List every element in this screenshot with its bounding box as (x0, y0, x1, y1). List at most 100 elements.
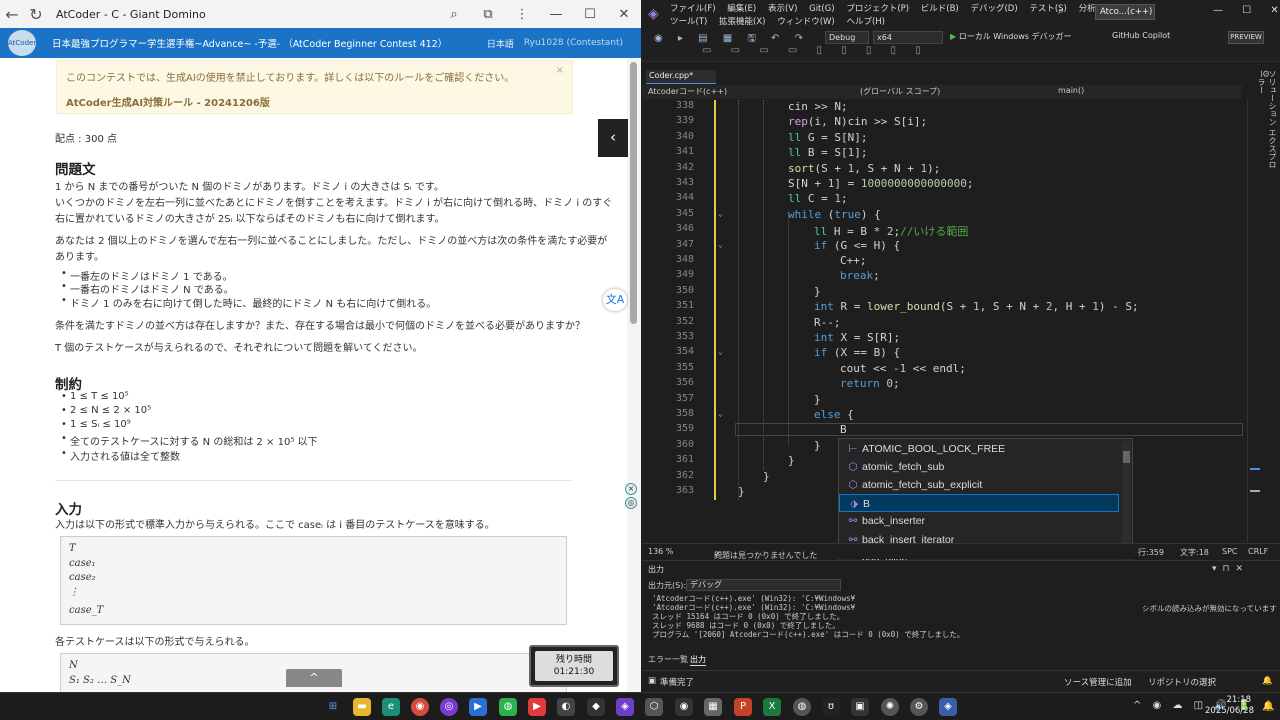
code-line[interactable]: ll B = S[1]; (788, 146, 867, 159)
app-icon[interactable]: ◎ (440, 698, 458, 716)
select-repository[interactable]: リポジトリの選択 (1148, 676, 1216, 688)
code-line[interactable]: rep(i, N)cin >> S[i]; (788, 115, 927, 128)
app-icon[interactable]: ʊ (822, 698, 840, 716)
code-line[interactable]: R--; (814, 316, 841, 329)
line-ending[interactable]: CRLF (1248, 547, 1268, 556)
copilot-button[interactable]: GitHub Copilot (1112, 31, 1170, 40)
settings-icon[interactable]: ⚙ (910, 698, 928, 716)
app-icon[interactable]: ◆ (587, 698, 605, 716)
app-icon[interactable]: ▣ (851, 698, 869, 716)
tab-output[interactable]: 出力 (690, 654, 706, 666)
intellisense-item[interactable]: ⚯ back_inserter (839, 512, 1119, 530)
app-icon[interactable]: ◐ (557, 698, 575, 716)
language-select[interactable]: 日本語 (487, 37, 514, 50)
code-line[interactable]: B (840, 423, 847, 436)
output-text[interactable]: 'Atcoderコード(c++).exe' (Win32): 'C:¥Windo… (652, 594, 964, 639)
scroll-thumb[interactable] (630, 62, 637, 324)
code-line[interactable]: break; (840, 269, 880, 282)
fold-icon[interactable]: ⌄ (718, 209, 723, 218)
fold-icon[interactable]: ⌄ (718, 409, 723, 418)
start-icon[interactable]: ⊞ (324, 698, 342, 716)
code-line[interactable]: } (814, 285, 821, 298)
app-icon[interactable]: ◉ (675, 698, 693, 716)
code-line[interactable]: sort(S + 1, S + N + 1); (788, 162, 940, 175)
minimize-icon[interactable]: — (1213, 5, 1223, 16)
code-line[interactable]: else { (814, 408, 854, 421)
code-line[interactable]: int R = lower_bound(S + 1, S + N + 2, H … (814, 300, 1139, 313)
intellisense-item[interactable]: ⬡ atomic_fetch_sub_explicit (839, 476, 1119, 494)
scroll-to-top-button[interactable]: ^ (286, 669, 342, 687)
close-icon[interactable]: ✕ (607, 7, 641, 22)
solution-explorer-tab[interactable]: ソリューション エクスプローラー (1257, 70, 1278, 170)
notification-icon[interactable]: 🔔 (1262, 701, 1274, 712)
extensions-icon[interactable]: ⧉ (471, 7, 505, 22)
app-icon[interactable]: ✺ (881, 698, 899, 716)
excel-icon[interactable]: X (763, 698, 781, 716)
menu-project[interactable]: プロジェクト(P) (846, 4, 909, 14)
code-line[interactable]: } (814, 439, 821, 452)
editor-scrollbar[interactable] (1247, 100, 1261, 542)
menu-file[interactable]: ファイル(F) (670, 4, 716, 14)
reload-icon[interactable]: ↻ (24, 5, 48, 24)
chrome-icon[interactable]: ◉ (411, 698, 429, 716)
user-menu[interactable]: Ryu1028 (Contestant) (524, 38, 623, 48)
code-line[interactable]: } (788, 454, 795, 467)
intellisense-item[interactable]: ⊢ ATOMIC_BOOL_LOCK_FREE (839, 440, 1119, 458)
code-line[interactable]: while (true) { (788, 208, 881, 221)
start-debugging-button[interactable]: ▶ ローカル Windows デバッガー (950, 31, 1072, 42)
powerpoint-icon[interactable]: P (734, 698, 752, 716)
add-to-source-control[interactable]: ソース管理に追加 (1064, 676, 1132, 688)
notification-icon[interactable]: 🔔 (1262, 676, 1273, 686)
fold-icon[interactable]: ⌄ (718, 240, 723, 249)
menu-tools[interactable]: ツール(T) (670, 17, 707, 27)
code-line[interactable]: ll H = B * 2;//いける範囲 (814, 223, 968, 239)
app-icon[interactable]: ◈ (939, 698, 957, 716)
menu-window[interactable]: ウィンドウ(W) (777, 17, 835, 27)
app-icon[interactable]: ◍ (793, 698, 811, 716)
code-line[interactable]: cout << -1 << endl; (840, 362, 966, 375)
app-icon[interactable]: ▦ (704, 698, 722, 716)
code-line[interactable]: if (G <= H) { (814, 239, 900, 252)
output-panel-controls[interactable]: ▾⊓✕ (1212, 564, 1249, 574)
edge-icon[interactable]: e (382, 698, 400, 716)
intellisense-item[interactable]: ⬗ B (839, 494, 1119, 513)
nav-scope[interactable]: (グローバル スコープ) (860, 86, 940, 97)
youtube-icon[interactable]: ▶ (528, 698, 546, 716)
app-icon[interactable]: ⬡ (645, 698, 663, 716)
page-scrollbar[interactable] (627, 58, 641, 692)
maximize-icon[interactable]: ☐ (573, 7, 607, 22)
notice-rule-link[interactable]: AtCoder生成AI対策ルール - 20241206版 (66, 94, 563, 109)
translate-icon[interactable]: 文A (603, 289, 627, 311)
tab-error-list[interactable]: エラー一覧 (648, 654, 688, 665)
file-explorer-icon[interactable]: ▬ (353, 698, 371, 716)
platform-select[interactable]: x64 (873, 31, 943, 44)
indent-mode[interactable]: SPC (1222, 547, 1238, 556)
intellisense-item[interactable]: ⬡ atomic_fetch_sub (839, 458, 1119, 476)
fold-icon[interactable]: ⌄ (718, 347, 723, 356)
clock[interactable]: 21:18 2025/06/28 (1205, 695, 1254, 717)
code-line[interactable]: } (738, 485, 745, 498)
code-line[interactable]: ll G = S[N]; (788, 131, 867, 144)
menu-build[interactable]: ビルド(B) (921, 4, 959, 14)
code-line[interactable]: ll C = 1; (788, 192, 848, 205)
maximize-icon[interactable]: ☐ (1242, 5, 1251, 16)
zoom-level[interactable]: 136 % (648, 547, 673, 556)
code-line[interactable]: } (814, 393, 821, 406)
app-icon[interactable]: ▶ (469, 698, 487, 716)
notice-close-icon[interactable]: × (556, 65, 564, 76)
code-line[interactable]: if (X == B) { (814, 346, 900, 359)
code-line[interactable]: int X = S[R]; (814, 331, 900, 344)
tab-coder-cpp[interactable]: Coder.cpp* (646, 70, 716, 84)
sidebar-collapse-button[interactable]: ‹ (598, 119, 628, 157)
preview-badge[interactable]: PREVIEW (1228, 31, 1264, 44)
zoom-icon[interactable]: ⌕ (437, 7, 471, 22)
intellisense-scroll-thumb[interactable] (1123, 451, 1130, 463)
back-icon[interactable]: ← (0, 5, 24, 24)
config-select[interactable]: Debug (825, 31, 869, 44)
code-line[interactable]: return 0; (840, 377, 900, 390)
line-icon[interactable]: ◍ (499, 698, 517, 716)
close-icon[interactable]: ✕ (1270, 5, 1278, 16)
menu-debug[interactable]: デバッグ(D) (970, 4, 1017, 14)
nav-project[interactable]: Atcoderコード(c++) (648, 86, 727, 97)
code-line[interactable]: S[N + 1] = 1000000000000000; (788, 177, 973, 190)
